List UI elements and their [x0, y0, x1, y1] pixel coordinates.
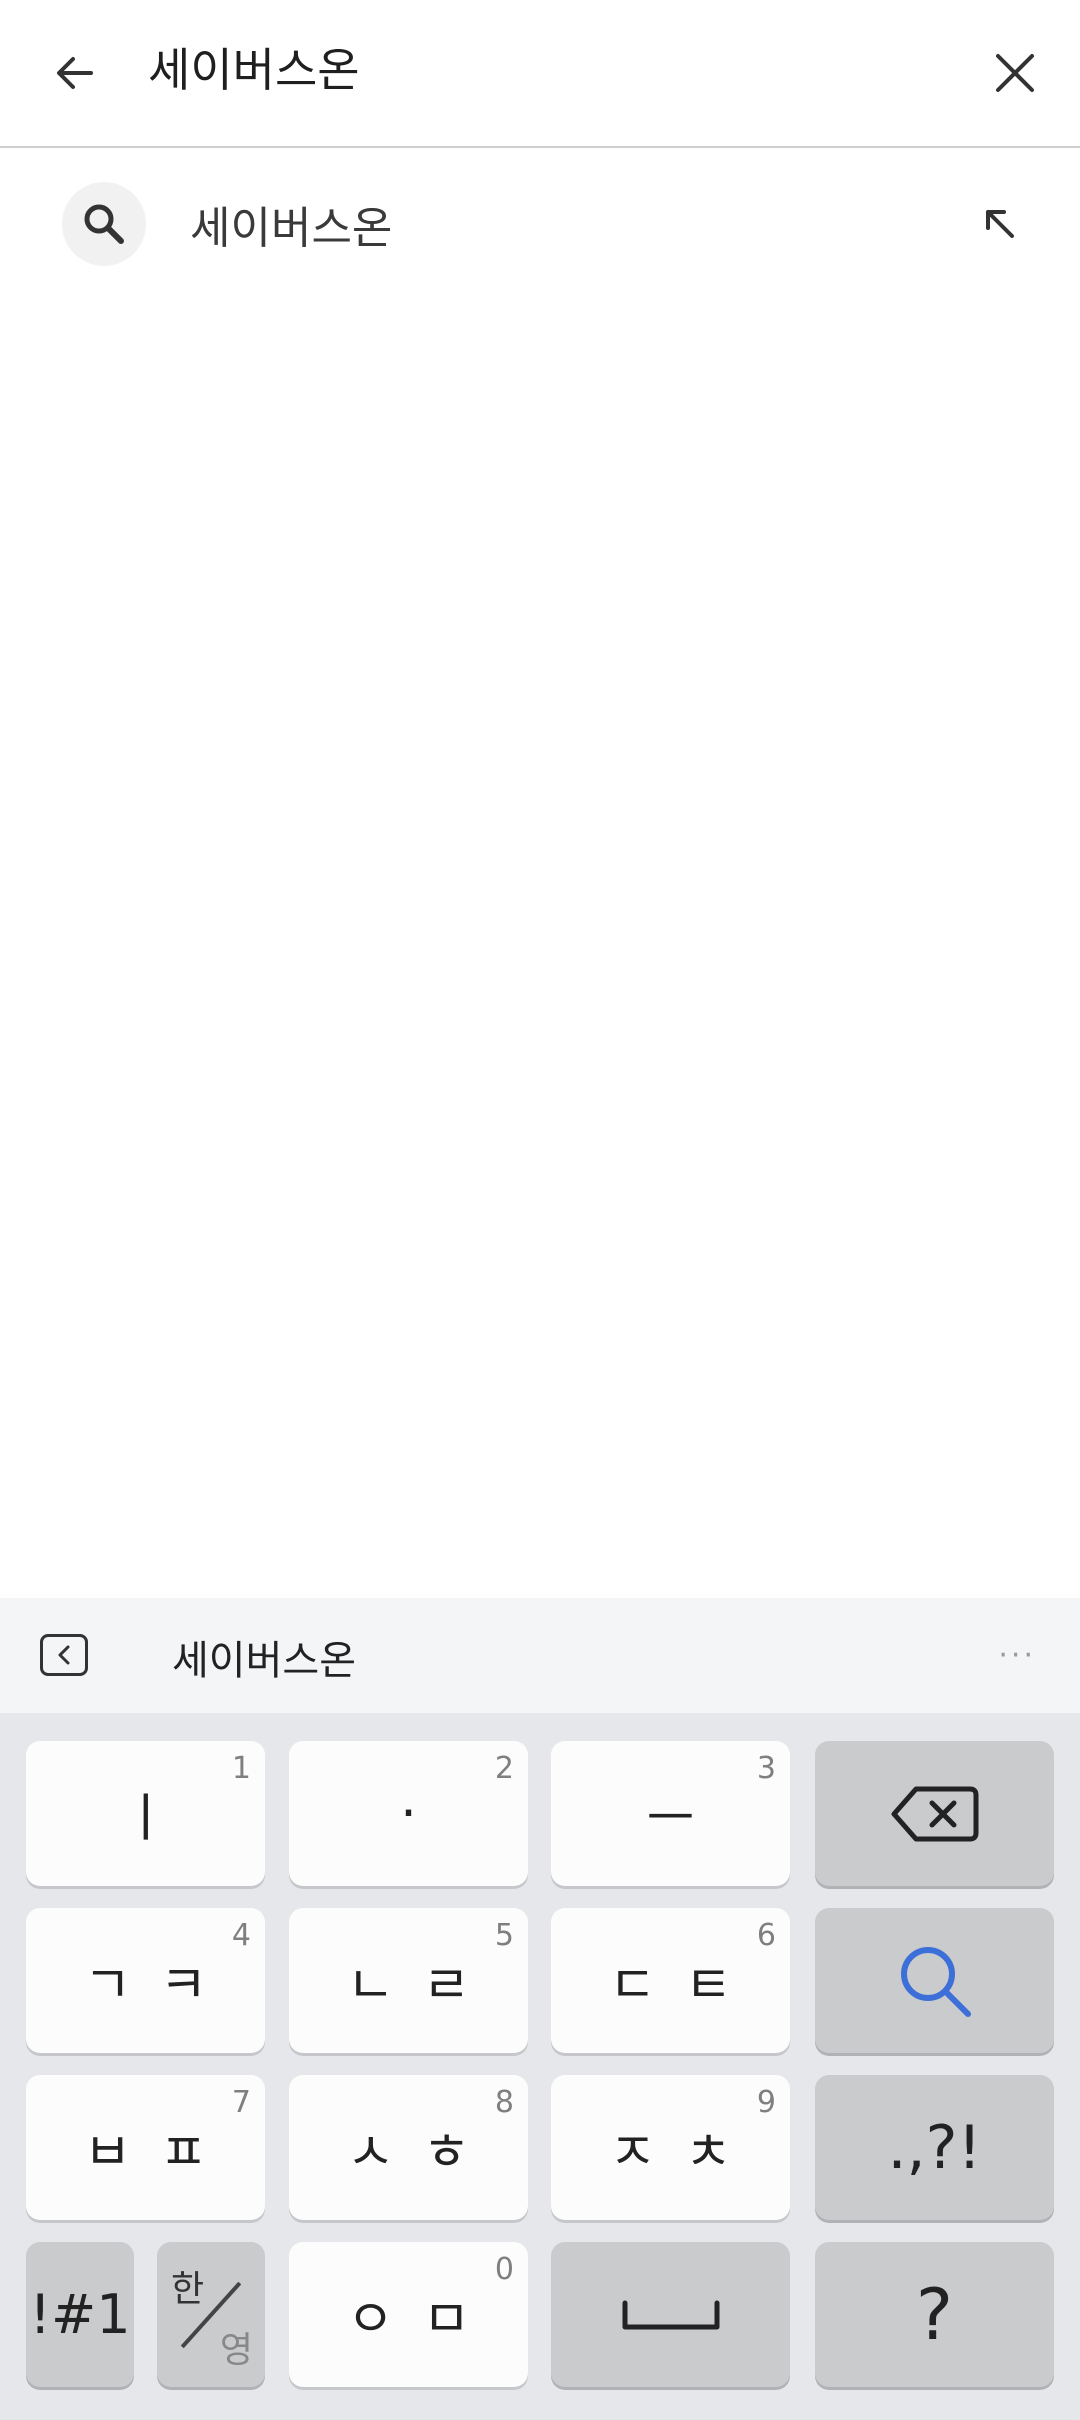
key-label: · [400, 1783, 445, 1844]
key-label: ㄴㄹ [346, 1956, 499, 2016]
key-d-t[interactable]: ㄷㅌ 6 [551, 1908, 790, 2053]
more-options-button[interactable]: ··· [998, 1638, 1036, 1673]
key-number: 9 [756, 2085, 776, 2120]
space-key[interactable] [551, 2242, 790, 2387]
key-label: ㅇㅁ [346, 2290, 499, 2350]
key-label: .,?! [887, 2112, 982, 2183]
back-arrow-icon [57, 57, 93, 89]
key-b-p[interactable]: ㅂㅍ 7 [26, 2075, 265, 2220]
search-icon [900, 1946, 971, 2017]
prediction-suggestion[interactable]: 세이버스온 [172, 1628, 356, 1686]
arrow-up-left-icon [986, 210, 1014, 238]
key-label: ㅣ [121, 1789, 198, 1849]
key-label: !#1 [29, 2283, 131, 2346]
language-switch-key[interactable]: 한 영 [157, 2242, 265, 2387]
back-button[interactable] [40, 38, 110, 108]
search-key[interactable] [815, 1908, 1054, 2053]
backspace-icon [891, 1786, 978, 1841]
key-number: 1 [231, 1751, 251, 1786]
chevron-left-icon [58, 1645, 70, 1665]
key-label: ㅂㅍ [83, 2123, 236, 2183]
search-input[interactable]: 세이버스온 [148, 34, 360, 100]
app-root: 세이버스온 세이버스온 세이버스온 ··· ㅣ 1 · 2 ㅡ 3 ㄱㅋ 4 ㄴ… [0, 0, 1080, 2420]
symbols-key[interactable]: !#1 [26, 2242, 134, 2387]
search-bar: 세이버스온 [0, 0, 1080, 148]
fill-query-button[interactable] [970, 194, 1030, 254]
backspace-key[interactable] [815, 1741, 1054, 1886]
space-icon [622, 2300, 719, 2329]
key-number: 5 [494, 1918, 514, 1953]
search-icon [84, 204, 124, 244]
key-label: ㄱㅋ [83, 1956, 236, 2016]
key-number: 6 [756, 1918, 776, 1953]
key-o-m[interactable]: ㅇㅁ 0 [289, 2242, 528, 2387]
question-key[interactable]: ? [815, 2242, 1054, 2387]
key-j-ch[interactable]: ㅈㅊ 9 [551, 2075, 790, 2220]
key-number: 4 [231, 1918, 251, 1953]
key-number: 2 [494, 1751, 514, 1786]
key-n-r[interactable]: ㄴㄹ 5 [289, 1908, 528, 2053]
suggestion-search-icon-wrap [62, 182, 146, 266]
key-eu[interactable]: ㅡ 3 [551, 1741, 790, 1886]
clear-button[interactable] [980, 38, 1050, 108]
key-number: 3 [756, 1751, 776, 1786]
key-label: ㅅㅎ [346, 2123, 499, 2183]
key-dot[interactable]: · 2 [289, 1741, 528, 1886]
key-label: ㅈㅊ [608, 2123, 761, 2183]
keyboard-collapse-button[interactable] [40, 1634, 88, 1676]
key-label: ㄷㅌ [608, 1956, 761, 2016]
close-icon [996, 54, 1034, 92]
lang-korean-label: 한 [171, 2269, 205, 2310]
suggestion-item[interactable]: 세이버스온 [0, 168, 1080, 280]
keyboard-toolbar: 세이버스온 ··· [0, 1598, 1080, 1713]
key-number: 7 [231, 2085, 251, 2120]
key-label: ㅡ [646, 1789, 723, 1849]
suggestion-text: 세이버스온 [190, 203, 393, 254]
key-i[interactable]: ㅣ 1 [26, 1741, 265, 1886]
key-label: ? [915, 2273, 954, 2356]
key-s-h[interactable]: ㅅㅎ 8 [289, 2075, 528, 2220]
key-number: 0 [494, 2252, 514, 2287]
lang-english-label: 영 [219, 2330, 253, 2371]
key-g-k[interactable]: ㄱㅋ 4 [26, 1908, 265, 2053]
key-number: 8 [494, 2085, 514, 2120]
punctuation-key[interactable]: .,?! [815, 2075, 1054, 2220]
